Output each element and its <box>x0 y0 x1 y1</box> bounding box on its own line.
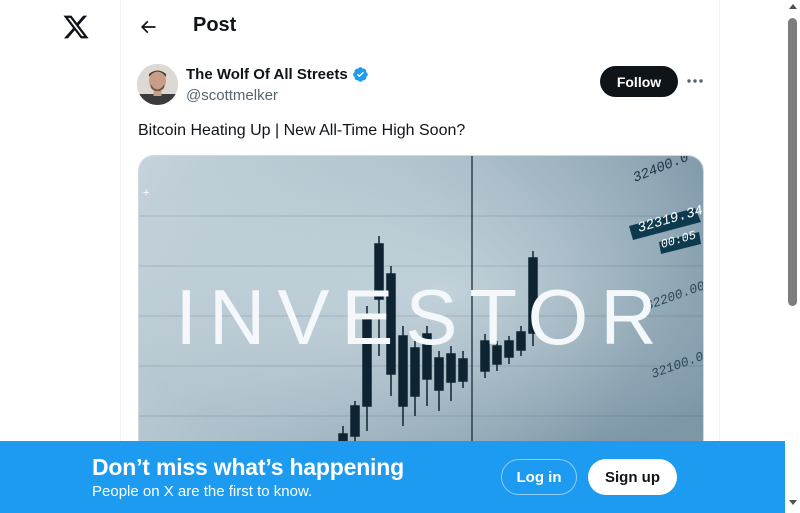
author-name[interactable]: The Wolf Of All Streets <box>186 66 369 83</box>
banner-headline: Don’t miss what’s happening <box>92 454 404 480</box>
avatar[interactable] <box>137 64 178 105</box>
author-name-text: The Wolf Of All Streets <box>186 66 348 83</box>
scroll-thumb[interactable] <box>788 18 797 306</box>
author-handle[interactable]: @scottmelker <box>186 87 278 104</box>
scroll-up-arrow-icon[interactable] <box>789 4 797 9</box>
main-column: Post The Wolf Of All Streets @scottmelke… <box>120 0 720 513</box>
left-nav <box>0 0 120 513</box>
signup-button[interactable]: Sign up <box>588 459 677 495</box>
post-text: Bitcoin Heating Up | New All-Time High S… <box>138 122 466 139</box>
login-button[interactable]: Log in <box>501 459 577 495</box>
follow-button[interactable]: Follow <box>600 66 678 97</box>
back-arrow-icon[interactable] <box>135 14 161 40</box>
scroll-down-arrow-icon[interactable] <box>789 500 797 505</box>
media-overlay-word: INVESTOR <box>175 273 668 361</box>
banner-subtext: People on X are the first to know. <box>92 483 313 500</box>
more-options-icon[interactable] <box>683 70 707 92</box>
verified-badge-icon <box>352 66 369 83</box>
scrollbar[interactable] <box>785 0 800 513</box>
page: Post The Wolf Of All Streets @scottmelke… <box>0 0 800 513</box>
crosshair-mark: + <box>143 187 149 199</box>
post-header: Post <box>121 0 720 53</box>
x-logo-icon[interactable] <box>62 13 90 41</box>
page-title: Post <box>193 14 237 36</box>
signup-banner: Don’t miss what’s happening People on X … <box>0 441 785 513</box>
post-media-image[interactable]: 32400.0 32319.34 00:05 32200.00 32100.0 … <box>138 155 704 455</box>
